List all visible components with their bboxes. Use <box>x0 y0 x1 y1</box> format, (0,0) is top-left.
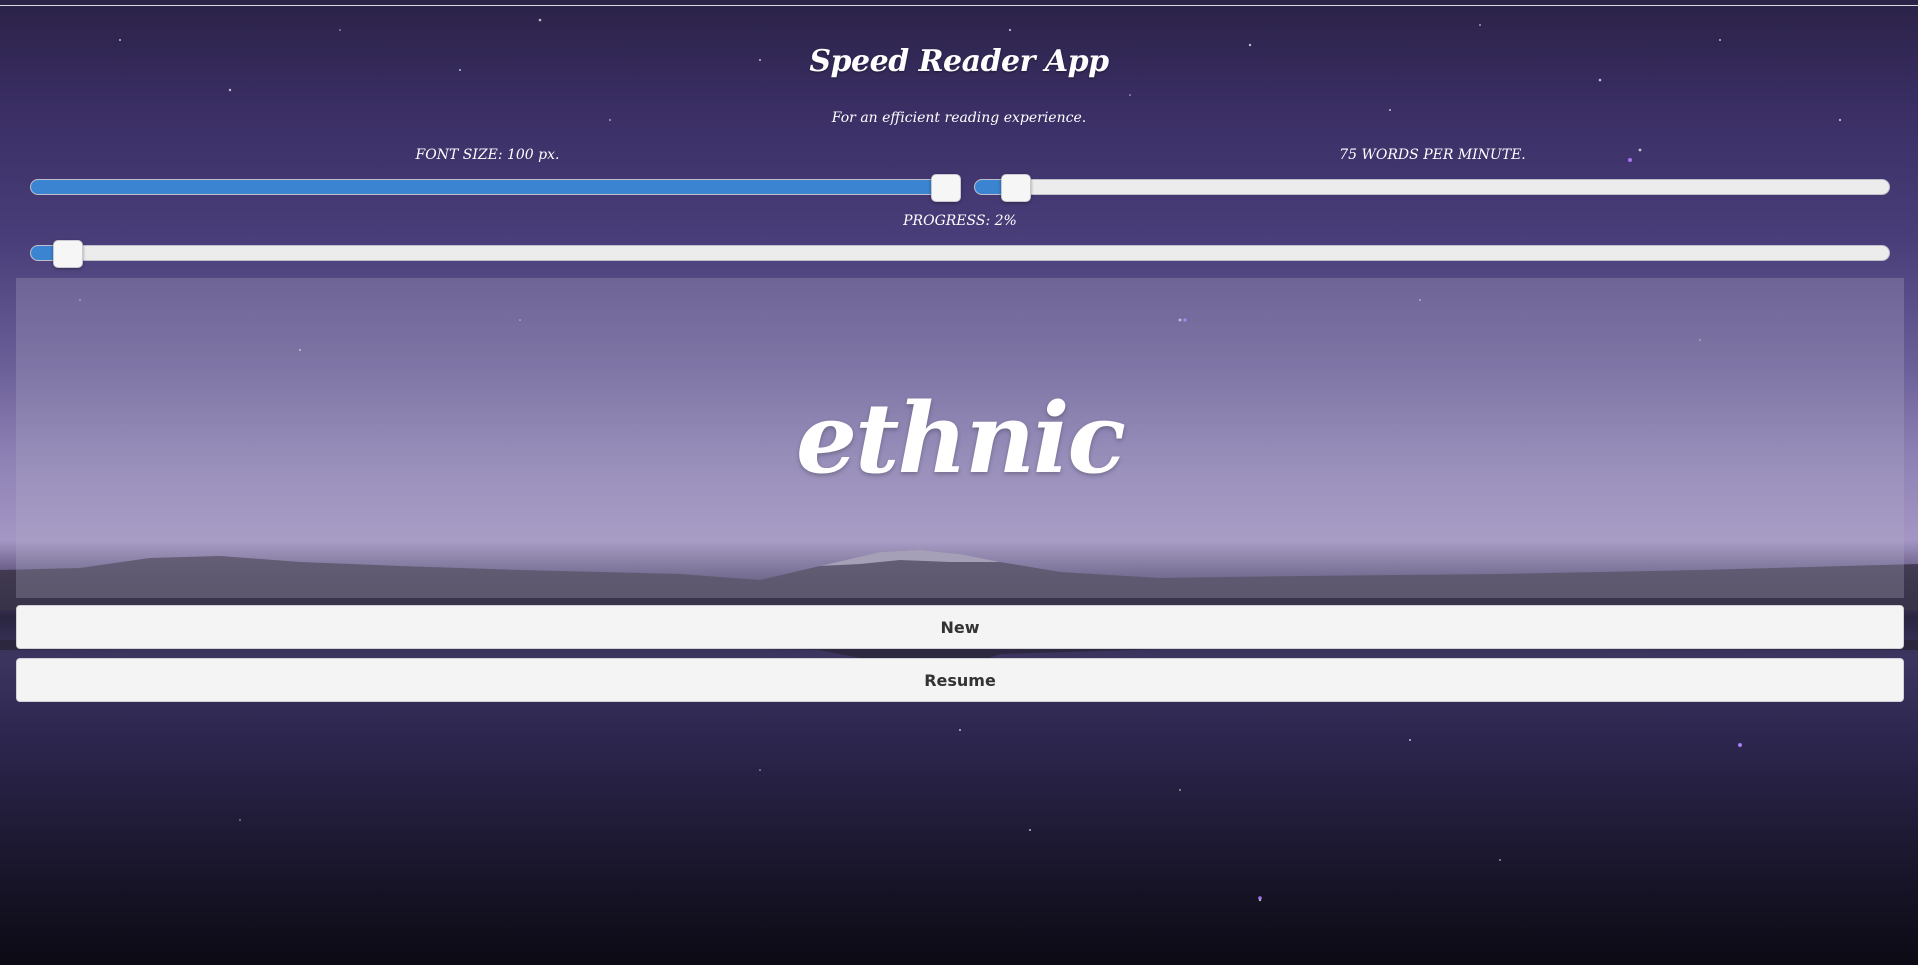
font-size-slider-fill <box>31 180 959 194</box>
new-button[interactable]: New <box>16 605 1904 649</box>
wpm-label: 75 WORDS PER MINUTE. <box>1339 147 1526 163</box>
current-word: ethnic <box>796 381 1126 495</box>
resume-button[interactable]: Resume <box>16 658 1904 702</box>
wpm-slider[interactable] <box>974 174 1890 202</box>
progress-slider-thumb[interactable] <box>53 240 84 268</box>
top-border-line <box>0 5 1918 6</box>
font-size-label: FONT SIZE: 100 px. <box>415 147 560 163</box>
progress-label: PROGRESS: 2% <box>903 213 1017 229</box>
app-title: Speed Reader App <box>809 44 1109 79</box>
font-size-slider-thumb[interactable] <box>931 174 961 202</box>
font-size-slider[interactable] <box>30 174 961 202</box>
wpm-slider-thumb[interactable] <box>1001 174 1032 202</box>
word-display-panel: ethnic <box>16 278 1904 598</box>
app-subtitle: For an efficient reading experience. <box>831 110 1087 126</box>
progress-slider[interactable] <box>30 240 1890 268</box>
